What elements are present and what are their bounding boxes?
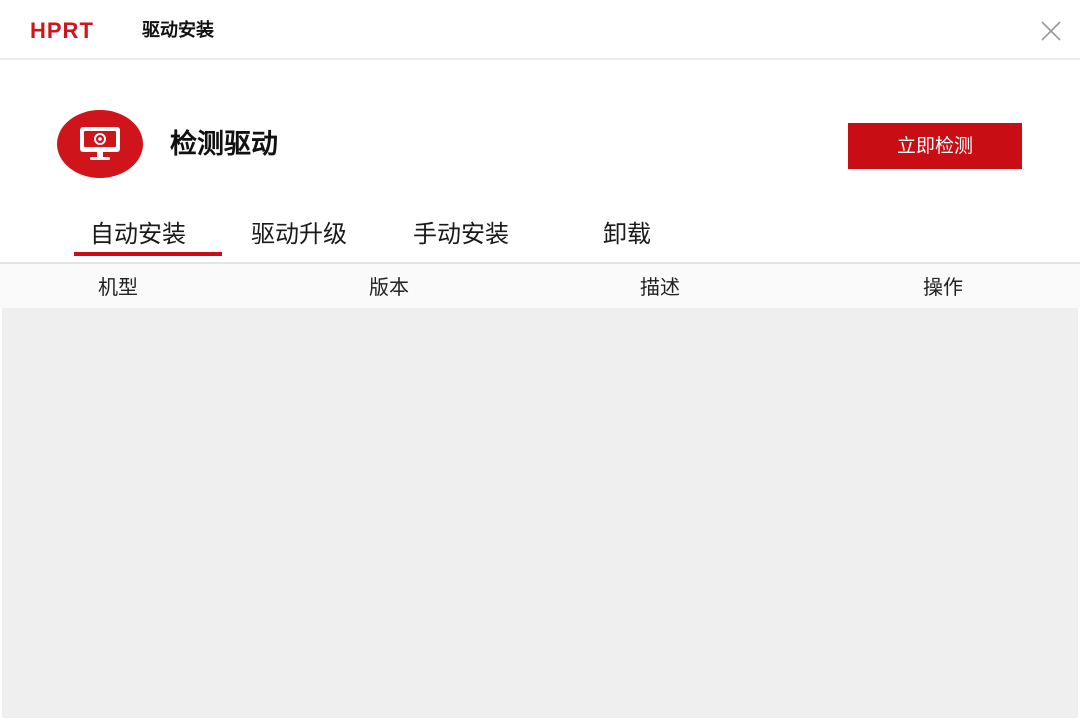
column-header-version: 版本 <box>369 275 409 299</box>
tab-bar: 自动安装 驱动升级 手动安装 卸载 <box>0 210 1080 262</box>
title-bar: HPRT 驱动安装 <box>0 0 1080 60</box>
column-header-description: 描述 <box>640 275 680 299</box>
column-header-model: 机型 <box>98 275 138 299</box>
tab-auto-install[interactable]: 自动安装 <box>90 218 186 250</box>
device-badge <box>57 110 143 178</box>
tab-manual-install[interactable]: 手动安装 <box>413 218 509 250</box>
detect-now-button[interactable]: 立即检测 <box>848 123 1022 169</box>
tab-uninstall[interactable]: 卸载 <box>603 218 651 250</box>
window-title: 驱动安装 <box>142 20 214 41</box>
column-header-action: 操作 <box>923 275 963 299</box>
monitor-icon <box>80 127 120 160</box>
section-title: 检测驱动 <box>170 129 278 160</box>
table-header: 机型 版本 描述 操作 <box>0 264 1080 308</box>
active-tab-indicator <box>74 252 222 256</box>
close-button[interactable] <box>1036 16 1066 46</box>
close-icon <box>1041 21 1061 41</box>
driver-install-window: HPRT 驱动安装 检测驱动 立即检测 自动安装 驱动升级 手动安装 卸载 机型 <box>0 0 1080 720</box>
tab-driver-upgrade[interactable]: 驱动升级 <box>251 218 347 250</box>
brand-logo: HPRT <box>30 18 94 43</box>
table-body <box>2 308 1078 718</box>
